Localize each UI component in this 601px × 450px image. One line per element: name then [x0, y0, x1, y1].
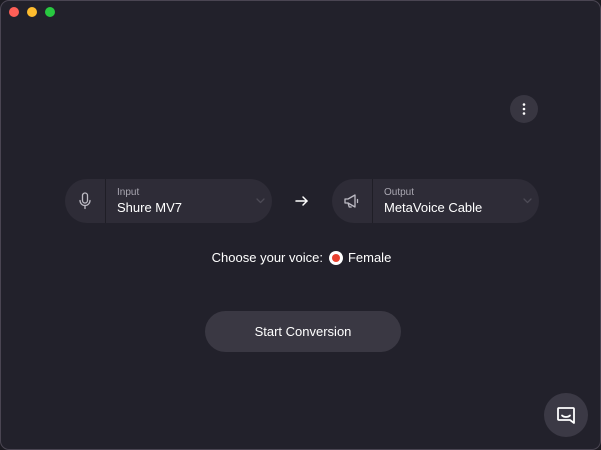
output-label: Output [384, 186, 415, 198]
input-chevron [248, 198, 272, 204]
output-device-name: MetaVoice Cable [384, 199, 483, 215]
vertical-dots-icon [522, 103, 526, 115]
input-label: Input [117, 186, 140, 198]
input-text: Input Shure MV7 [106, 187, 248, 216]
input-device-name: Shure MV7 [117, 199, 183, 215]
voice-selector: Choose your voice: Female [1, 250, 600, 265]
zoom-window-button[interactable] [45, 7, 55, 17]
close-window-button[interactable] [9, 7, 19, 17]
megaphone-icon [344, 194, 359, 208]
voice-selected-label[interactable]: Female [348, 250, 391, 265]
voice-radio-selected[interactable] [328, 250, 343, 265]
input-icon-cell [65, 179, 106, 223]
chevron-down-icon [255, 198, 265, 204]
minimize-window-button[interactable] [27, 7, 37, 17]
input-device-select[interactable]: Input Shure MV7 [65, 179, 272, 223]
start-conversion-button[interactable]: Start Conversion [205, 311, 401, 352]
output-chevron [515, 198, 539, 204]
arrow-right-icon [295, 196, 308, 206]
output-text: Output MetaVoice Cable [373, 187, 515, 216]
app-window: Input Shure MV7 Output MetaVoice Cable C… [0, 0, 601, 450]
window-controls [9, 7, 55, 17]
voice-prompt: Choose your voice: [211, 250, 323, 265]
output-icon-cell [332, 179, 373, 223]
more-options-button[interactable] [510, 95, 538, 123]
chevron-down-icon [522, 198, 532, 204]
chat-button[interactable] [544, 393, 588, 437]
radio-indicator [331, 253, 340, 262]
chat-icon [557, 406, 575, 424]
output-device-select[interactable]: Output MetaVoice Cable [332, 179, 539, 223]
microphone-icon [79, 192, 91, 210]
